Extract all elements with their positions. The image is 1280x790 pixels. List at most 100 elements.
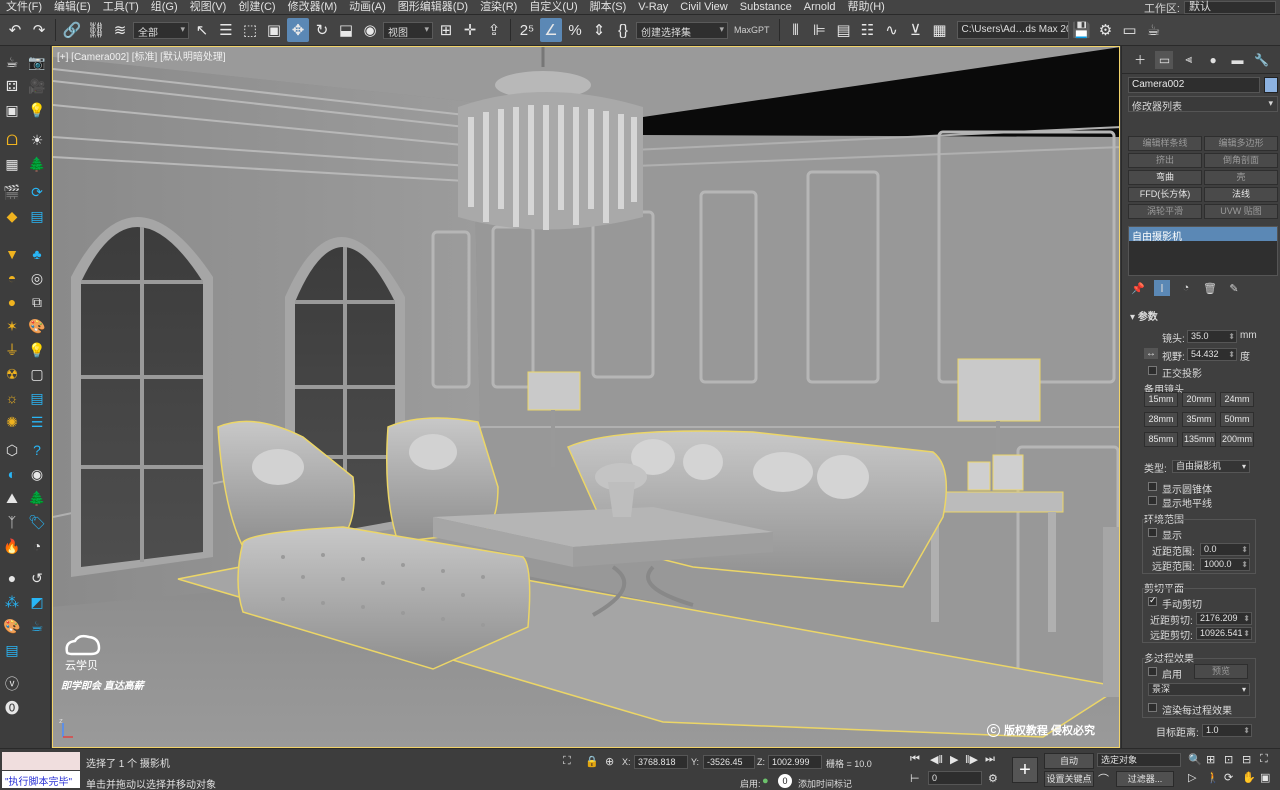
zoom-all-icon[interactable]: ⊞: [1206, 753, 1215, 766]
tree2-icon[interactable]: ♣: [27, 244, 47, 264]
stock-lens-button[interactable]: 20mm: [1182, 392, 1216, 407]
menu-item[interactable]: 组(G): [145, 0, 184, 15]
set-key-button[interactable]: 设置关键点: [1044, 771, 1094, 787]
curve-editor-icon[interactable]: ∿: [881, 18, 903, 42]
render-elements-icon[interactable]: ▤: [27, 388, 47, 408]
bind-spacewarp-icon[interactable]: ≋: [109, 18, 131, 42]
object-name-field[interactable]: Camera002: [1128, 77, 1260, 93]
modifier-button[interactable]: 弯曲: [1128, 170, 1202, 185]
gradient-icon[interactable]: ◩: [27, 592, 47, 612]
stock-lens-button[interactable]: 28mm: [1144, 412, 1178, 427]
omni-light-icon[interactable]: ▼: [2, 244, 22, 264]
render-setup-icon[interactable]: ⚙: [1095, 18, 1117, 42]
project-path[interactable]: C:\Users\Ad…ds Max 2024: [956, 21, 1069, 39]
stock-lens-button[interactable]: 24mm: [1220, 392, 1254, 407]
configure-sets-icon[interactable]: ✎: [1226, 280, 1242, 296]
keyboard-shortcut-icon[interactable]: ⇪: [483, 18, 505, 42]
set-key-plus-icon[interactable]: +: [1012, 757, 1038, 783]
menu-item[interactable]: 创建(C): [232, 0, 281, 15]
eye-icon[interactable]: ◉: [27, 464, 47, 484]
current-frame-field[interactable]: 0: [928, 771, 982, 785]
prev-frame-icon[interactable]: ◀‖: [930, 753, 943, 766]
y-coord-field[interactable]: -3526.45: [703, 755, 755, 769]
maxscript-output[interactable]: "执行脚本完毕": [2, 771, 80, 788]
fov-direction-icon[interactable]: ↔: [1144, 348, 1158, 359]
hierarchy-tab-icon[interactable]: ⫷: [1180, 51, 1198, 69]
box-icon[interactable]: ▣: [2, 100, 22, 120]
mushroom-icon[interactable]: ⏚: [2, 340, 22, 360]
edit-named-sel-icon[interactable]: {}: [612, 18, 634, 42]
tree-icon[interactable]: 🌲: [27, 154, 47, 174]
viewport-label[interactable]: [+] [Camera002] [标准] [默认明暗处理]: [57, 48, 226, 63]
show-horizon-checkbox[interactable]: [1148, 496, 1157, 505]
unlink-icon[interactable]: ⛓: [85, 18, 107, 42]
workspace-value[interactable]: 默认: [1184, 1, 1276, 14]
menu-item[interactable]: 编辑(E): [48, 0, 97, 15]
lock-icon[interactable]: 🔒: [585, 755, 599, 768]
bulb2-icon[interactable]: 💡: [27, 340, 47, 360]
scene-icon[interactable]: ⚃: [2, 76, 22, 96]
angle-snap-icon[interactable]: ∠: [540, 18, 562, 42]
sphere-light-icon[interactable]: ●: [2, 292, 22, 312]
clock-icon[interactable]: ◔: [27, 536, 47, 556]
menu-item[interactable]: 修改器(M): [282, 0, 344, 15]
goto-start-icon[interactable]: ⏮: [910, 753, 920, 766]
key-mode-icon[interactable]: ⊢: [910, 772, 920, 785]
show-end-result-icon[interactable]: Ⅰ: [1154, 280, 1170, 296]
key-filters-button[interactable]: 过滤器...: [1116, 771, 1174, 787]
film-camera-icon[interactable]: 🎬: [2, 182, 22, 202]
paint-icon[interactable]: 🎨: [2, 616, 22, 636]
stock-lens-button[interactable]: 135mm: [1182, 432, 1216, 447]
max-toggle-icon[interactable]: ▣: [1260, 771, 1270, 784]
menu-item[interactable]: 自定义(U): [523, 0, 583, 15]
camera-icon[interactable]: 📷: [27, 52, 47, 72]
select-by-name-icon[interactable]: ☰: [215, 18, 237, 42]
sun-icon[interactable]: ☀: [27, 130, 47, 150]
modifier-button[interactable]: 编辑多边形: [1204, 136, 1278, 151]
lens-spinner[interactable]: 35.0: [1187, 330, 1237, 343]
vantage-logo-icon[interactable]: ⓿: [2, 698, 22, 718]
curve-icon[interactable]: ⌒: [1098, 771, 1109, 787]
percent-snap-icon[interactable]: %: [564, 18, 586, 42]
align-icon[interactable]: ⊫: [809, 18, 831, 42]
modifier-button[interactable]: 倒角剖面: [1204, 153, 1278, 168]
selection-filter-dropdown[interactable]: 全部: [133, 21, 189, 39]
copy-icon[interactable]: ⧉: [27, 292, 47, 312]
menu-item[interactable]: Substance: [734, 0, 798, 15]
menu-item[interactable]: 渲染(R): [474, 0, 523, 15]
zoom-extents-all-icon[interactable]: ⊟: [1242, 753, 1251, 766]
display-tab-icon[interactable]: ▬: [1228, 51, 1246, 69]
select-move-icon[interactable]: ✥: [287, 18, 309, 42]
ball-icon[interactable]: ●: [2, 568, 22, 588]
adaptive-degradation-icon[interactable]: ●: [762, 775, 769, 787]
render-frame-icon[interactable]: ▭: [1119, 18, 1141, 42]
material-editor-icon[interactable]: ▦: [929, 18, 951, 42]
modifier-button[interactable]: FFD(长方体): [1128, 187, 1202, 202]
pin-stack-icon[interactable]: 📌: [1130, 280, 1146, 296]
transform-mode-icon[interactable]: ⊕: [605, 755, 614, 768]
modifier-button[interactable]: 壳: [1204, 170, 1278, 185]
maxscript-listener-input[interactable]: [2, 752, 80, 770]
time-config-icon[interactable]: ⚙: [988, 772, 998, 785]
video-icon[interactable]: 🎥: [27, 76, 47, 96]
modifier-button[interactable]: 法线: [1204, 187, 1278, 202]
multipass-enable-checkbox[interactable]: [1148, 667, 1157, 676]
menu-item[interactable]: 图形编辑器(D): [392, 0, 474, 15]
key-filter-dropdown[interactable]: 选定对象: [1097, 753, 1181, 767]
schematic-view-icon[interactable]: ⊻: [905, 18, 927, 42]
grid-icon[interactable]: ▦: [2, 154, 22, 174]
cycle-icon[interactable]: ↺: [27, 568, 47, 588]
render-icon[interactable]: ☕: [1143, 18, 1165, 42]
fire-icon[interactable]: 🔥: [2, 536, 22, 556]
undo-icon[interactable]: ↶: [4, 18, 26, 42]
stock-lens-button[interactable]: 85mm: [1144, 432, 1178, 447]
modify-tab-icon[interactable]: ▭: [1155, 50, 1174, 69]
select-scale-icon[interactable]: ⬓: [335, 18, 357, 42]
menu-item[interactable]: 工具(T): [97, 0, 145, 15]
fov-spinner[interactable]: 54.432: [1187, 348, 1237, 361]
goto-end-icon[interactable]: ⏭: [985, 753, 995, 766]
render-each-pass-checkbox[interactable]: [1148, 703, 1157, 712]
tag-icon[interactable]: 🏷: [27, 512, 47, 532]
far-clip-spinner[interactable]: 10926.541: [1196, 627, 1252, 640]
dome-light-icon[interactable]: ◓: [2, 268, 22, 288]
